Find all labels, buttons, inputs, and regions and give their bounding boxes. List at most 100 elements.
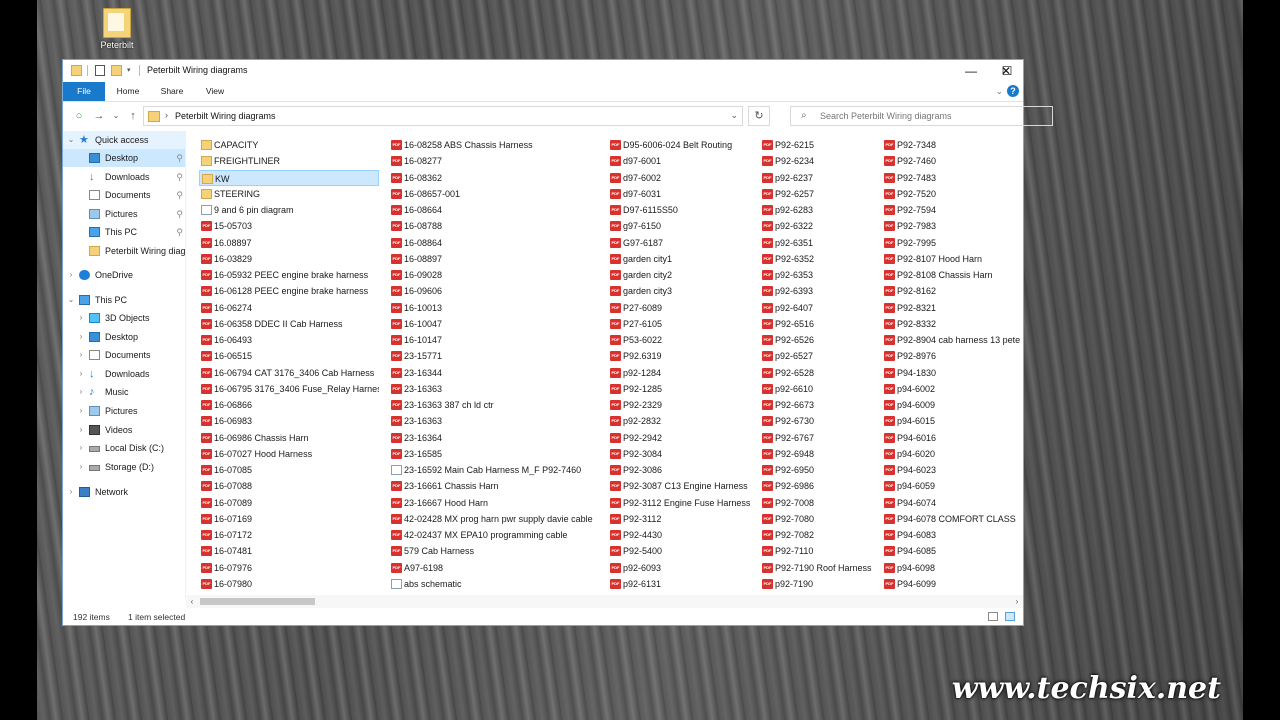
file-item[interactable]: PDF p92-7190: [760, 576, 875, 592]
file-item[interactable]: PDF 16-09606: [389, 283, 599, 299]
sidebar-item-this-pc[interactable]: This PC ⚲: [63, 223, 185, 241]
file-item[interactable]: PDF P92-3112: [608, 511, 753, 527]
help-icon[interactable]: ?: [1007, 85, 1019, 97]
file-item[interactable]: PDF 16-06274: [199, 300, 379, 316]
file-item[interactable]: abs schematic: [389, 576, 599, 592]
up-icon[interactable]: ↑: [126, 109, 140, 123]
file-item[interactable]: PDF p94-6002: [882, 381, 1022, 397]
file-item[interactable]: PDF P92-5400: [608, 543, 753, 559]
file-item[interactable]: PDF 16-09028: [389, 267, 599, 283]
file-item[interactable]: PDF p92-6353: [760, 267, 875, 283]
customize-toolbar-icon[interactable]: ▾: [127, 65, 131, 76]
expand-ribbon-icon[interactable]: ⌄: [995, 86, 1003, 97]
title-bar[interactable]: ▾ Peterbilt Wiring diagrams — ☐: [63, 60, 1023, 82]
sidebar-item-downloads[interactable]: › ↓ Downloads: [63, 365, 185, 383]
file-item[interactable]: PDF 15-05703: [199, 218, 379, 234]
desktop-folder-shortcut[interactable]: Peterbilt: [95, 8, 139, 50]
file-item[interactable]: PDF p94-6098: [882, 560, 1022, 576]
file-item[interactable]: PDF p92-6527: [760, 348, 875, 364]
sidebar-item-3d-objects[interactable]: › 3D Objects: [63, 309, 185, 327]
chevron-down-icon[interactable]: ⌄: [67, 131, 75, 149]
file-item[interactable]: PDF 16-07481: [199, 543, 379, 559]
folder-item[interactable]: STEERING: [199, 186, 379, 202]
file-item[interactable]: PDF p92-6610: [760, 381, 875, 397]
file-item[interactable]: PDF p92-1284: [608, 365, 753, 381]
file-item[interactable]: PDF d97-6031: [608, 186, 753, 202]
file-item[interactable]: PDF P92-6767: [760, 430, 875, 446]
file-item[interactable]: PDF P92-2329: [608, 397, 753, 413]
chevron-right-icon[interactable]: ›: [77, 383, 85, 401]
file-item[interactable]: PDF 16-08664: [389, 202, 599, 218]
file-item[interactable]: PDF P94-6085: [882, 543, 1022, 559]
file-item[interactable]: PDF d97-6001: [608, 153, 753, 169]
recent-locations-icon[interactable]: ⌄: [109, 109, 123, 123]
file-item[interactable]: PDF 16.08897: [199, 235, 379, 251]
file-item[interactable]: PDF 23-16364: [389, 430, 599, 446]
file-item[interactable]: PDF P92-7190 Roof Harness: [760, 560, 875, 576]
file-item[interactable]: PDF P92-7348: [882, 137, 1022, 153]
file-item[interactable]: PDF P92-7082: [760, 527, 875, 543]
file-item[interactable]: PDF P94-6016: [882, 430, 1022, 446]
file-item[interactable]: PDF P92-6234: [760, 153, 875, 169]
folder-item[interactable]: FREIGHTLINER: [199, 153, 379, 169]
file-item[interactable]: PDF 23-16363: [389, 381, 599, 397]
file-item[interactable]: PDF 23-16363 387 ch ld ctr: [389, 397, 599, 413]
large-icons-view-icon[interactable]: [1005, 612, 1015, 621]
file-item[interactable]: PDF P92-7080: [760, 511, 875, 527]
file-item[interactable]: 23-16592 Main Cab Harness M_F P92-7460: [389, 462, 599, 478]
file-item[interactable]: PDF p92-6237: [760, 170, 875, 186]
file-item[interactable]: PDF P92-7995: [882, 235, 1022, 251]
breadcrumb-chevron-icon[interactable]: ›: [165, 110, 168, 120]
file-item[interactable]: PDF P94-6074: [882, 495, 1022, 511]
tab-view[interactable]: View: [199, 82, 231, 101]
sidebar-item-network[interactable]: › Network: [63, 483, 185, 501]
file-item[interactable]: PDF 16-06986 Chassis Harn: [199, 430, 379, 446]
file-item[interactable]: PDF garden city2: [608, 267, 753, 283]
chevron-right-icon[interactable]: ›: [67, 266, 75, 284]
file-item[interactable]: PDF P92-6986: [760, 478, 875, 494]
sidebar-item-desktop[interactable]: › Desktop: [63, 328, 185, 346]
file-item[interactable]: PDF 23-16661 Chassis Harn: [389, 478, 599, 494]
file-item[interactable]: PDF P92-7594: [882, 202, 1022, 218]
minimize-button[interactable]: —: [954, 60, 988, 82]
file-item[interactable]: PDF 23-16344: [389, 365, 599, 381]
file-item[interactable]: PDF 16-06794 CAT 3176_3406 Cab Harness: [199, 365, 379, 381]
file-item[interactable]: PDF p92-6351: [760, 235, 875, 251]
properties-icon[interactable]: [95, 65, 105, 76]
file-item[interactable]: PDF garden city3: [608, 283, 753, 299]
forward-icon[interactable]: →: [92, 109, 106, 123]
sidebar-item-desktop[interactable]: Desktop ⚲: [63, 149, 185, 167]
scrollbar-thumb[interactable]: [200, 598, 315, 605]
file-item[interactable]: PDF p94-6020: [882, 446, 1022, 462]
chevron-down-icon[interactable]: ⌄: [730, 110, 738, 121]
file-item[interactable]: PDF P94-6023: [882, 462, 1022, 478]
sidebar-item-this-pc[interactable]: ⌄ This PC: [63, 291, 185, 309]
file-item[interactable]: PDF P92-8904 cab harness 13 pete: [882, 332, 1022, 348]
file-item[interactable]: PDF P92-3112 Engine Fuse Harness: [608, 495, 753, 511]
file-item[interactable]: PDF P92-6948: [760, 446, 875, 462]
file-item[interactable]: PDF P27-6105: [608, 316, 753, 332]
file-item[interactable]: PDF P27-6089: [608, 300, 753, 316]
file-item[interactable]: PDF D97-6115S50: [608, 202, 753, 218]
file-item[interactable]: PDF P92-8976: [882, 348, 1022, 364]
chevron-right-icon[interactable]: ›: [77, 402, 85, 420]
file-item[interactable]: PDF 16-08657-001: [389, 186, 599, 202]
folder-item[interactable]: CAPACITY: [199, 137, 379, 153]
chevron-right-icon[interactable]: ›: [77, 328, 85, 346]
file-item[interactable]: PDF P92-6730: [760, 413, 875, 429]
file-item[interactable]: PDF 16-07027 Hood Harness: [199, 446, 379, 462]
file-item[interactable]: PDF P92-3084: [608, 446, 753, 462]
file-item[interactable]: PDF 16-06493: [199, 332, 379, 348]
file-item[interactable]: 9 and 6 pin diagram: [199, 202, 379, 218]
breadcrumb[interactable]: Peterbilt Wiring diagrams: [175, 111, 276, 121]
file-item[interactable]: PDF P92-3087 C13 Engine Harness: [608, 478, 753, 494]
file-item[interactable]: PDF 16-10013: [389, 300, 599, 316]
sidebar-item-documents[interactable]: Documents ⚲: [63, 186, 185, 204]
file-item[interactable]: PDF 16-08362: [389, 170, 599, 186]
file-item[interactable]: PDF 16-07980: [199, 576, 379, 592]
file-item[interactable]: PDF P92-6526: [760, 332, 875, 348]
file-item[interactable]: PDF p94-6009: [882, 397, 1022, 413]
file-item[interactable]: PDF P92-6352: [760, 251, 875, 267]
file-item[interactable]: PDF 16-07089: [199, 495, 379, 511]
file-item[interactable]: PDF P94-1830: [882, 365, 1022, 381]
